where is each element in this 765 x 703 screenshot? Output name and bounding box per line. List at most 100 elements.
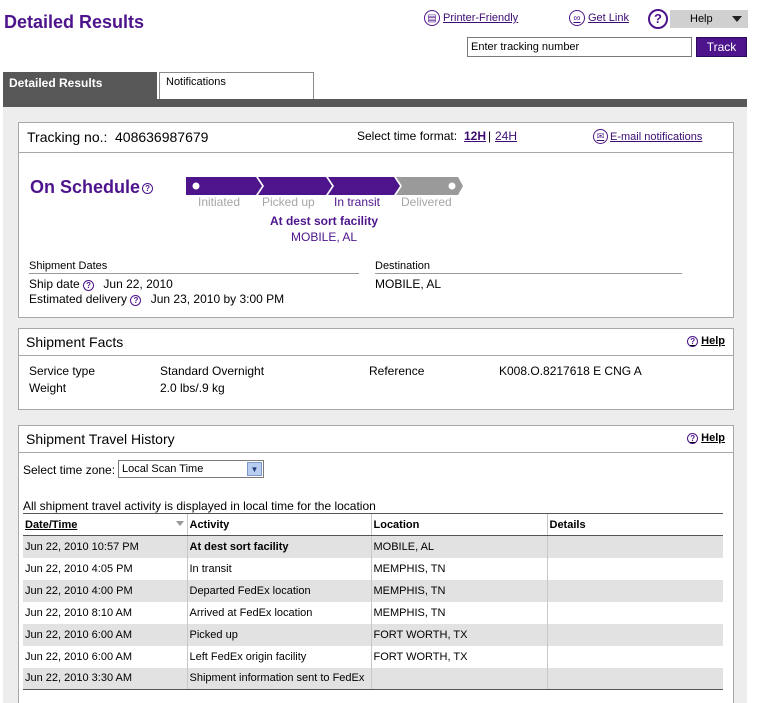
estimated-delivery-row: Estimated delivery ? Jun 23, 2010 by 3:0… xyxy=(29,292,284,306)
destination-divider xyxy=(375,273,682,274)
time-format-24h[interactable]: 24H xyxy=(495,129,517,143)
table-row: Jun 22, 2010 6:00 AM Left FedEx origin f… xyxy=(23,645,723,668)
table-row: Jun 22, 2010 6:00 AM Picked up FORT WORT… xyxy=(23,623,723,646)
progress-end-dot xyxy=(448,182,456,190)
local-time-note: All shipment travel activity is displaye… xyxy=(23,499,376,513)
help-question-icon[interactable]: ? xyxy=(648,9,668,29)
row-activity: Shipment information sent to FedEx xyxy=(186,667,371,690)
help-circle-icon: ? xyxy=(687,432,699,444)
printer-friendly-label: Printer-Friendly xyxy=(443,12,519,24)
printer-friendly-link[interactable]: ▤ Printer-Friendly xyxy=(424,10,518,26)
ship-date-row: Ship date ? Jun 22, 2010 xyxy=(29,277,173,291)
envelope-icon: ✉ xyxy=(593,129,608,144)
travel-history-title: Shipment Travel History xyxy=(26,431,175,447)
travel-history-help-link[interactable]: ? Help xyxy=(687,432,725,444)
row-location: MEMPHIS, TN xyxy=(370,579,547,602)
column-date-time-label: Date/Time xyxy=(25,518,78,531)
email-notifications-label: E-mail notifications xyxy=(610,130,703,143)
row-activity: Left FedEx origin facility xyxy=(186,645,371,668)
delivery-status-label: On Schedule xyxy=(30,177,141,197)
help-dropdown-label: Help xyxy=(690,13,713,25)
row-activity: At dest sort facility xyxy=(186,535,371,558)
get-link-label: Get Link xyxy=(588,12,629,24)
shipment-dates-divider xyxy=(29,273,359,274)
time-zone-select[interactable]: Local Scan Time ▼ xyxy=(118,460,264,478)
row-details xyxy=(546,667,723,690)
table-row: Jun 22, 2010 4:00 PM Departed FedEx loca… xyxy=(23,579,723,602)
row-activity: Picked up xyxy=(186,623,371,646)
service-type-value: Standard Overnight xyxy=(160,364,265,378)
email-notifications-link[interactable]: ✉ E-mail notifications xyxy=(593,129,702,144)
shipment-facts-title: Shipment Facts xyxy=(26,334,124,350)
get-link-link[interactable]: ∞ Get Link xyxy=(569,10,629,26)
tracking-summary-panel: Tracking no.: 408636987679 Select time f… xyxy=(18,122,734,318)
time-format-12h[interactable]: 12H xyxy=(464,129,486,143)
time-format-separator: | xyxy=(488,129,492,143)
reference-label: Reference xyxy=(369,364,425,378)
service-type-label: Service type xyxy=(29,364,96,378)
column-location: Location xyxy=(370,513,547,536)
row-activity: Arrived at FedEx location xyxy=(186,601,371,624)
table-row: Jun 22, 2010 3:30 AM Shipment informatio… xyxy=(23,667,723,690)
time-zone-label: Select time zone: xyxy=(23,463,116,477)
column-activity: Activity xyxy=(186,513,371,536)
current-event: At dest sort facility xyxy=(269,214,379,228)
page-title: Detailed Results xyxy=(4,12,145,32)
destination-value: MOBILE, AL xyxy=(375,277,442,291)
destination-label: Destination xyxy=(375,260,431,272)
status-help-icon[interactable]: ? xyxy=(142,182,154,194)
sort-arrow-icon xyxy=(175,521,184,526)
row-location xyxy=(370,667,547,690)
tracking-number-value: 408636987679 xyxy=(115,129,209,145)
stage-label-in-transit: In transit xyxy=(334,195,381,209)
time-zone-value: Local Scan Time xyxy=(122,463,204,475)
row-datetime: Jun 22, 2010 4:00 PM xyxy=(23,579,187,602)
row-details xyxy=(546,623,723,646)
row-datetime: Jun 22, 2010 3:30 AM xyxy=(23,667,187,690)
column-date-time[interactable]: Date/Time xyxy=(23,513,187,536)
tab-detailed-results[interactable]: Detailed Results xyxy=(3,72,157,100)
tab-notifications[interactable]: Notifications xyxy=(159,72,314,100)
estimated-delivery-label: Estimated delivery xyxy=(29,292,128,306)
row-location: MEMPHIS, TN xyxy=(370,557,547,580)
ship-date-help-icon[interactable]: ? xyxy=(83,280,95,291)
row-datetime: Jun 22, 2010 8:10 AM xyxy=(25,606,133,619)
shipment-dates-label: Shipment Dates xyxy=(29,260,108,272)
ship-date-value: Jun 22, 2010 xyxy=(103,277,173,291)
row-location: FORT WORTH, TX xyxy=(370,645,547,668)
row-location: MOBILE, AL xyxy=(370,535,547,558)
weight-label: Weight xyxy=(29,381,67,395)
chain-link-icon: ∞ xyxy=(569,10,585,26)
table-row: Jun 22, 2010 8:10 AM Arrived at FedEx lo… xyxy=(23,601,723,624)
table-row: Jun 22, 2010 4:05 PM In transit MEMPHIS,… xyxy=(23,557,723,580)
progress-bar xyxy=(186,177,463,195)
row-activity: Departed FedEx location xyxy=(186,579,371,602)
help-dropdown[interactable]: Help xyxy=(670,10,748,28)
delivery-status: On Schedule? xyxy=(30,177,154,198)
column-details: Details xyxy=(546,513,723,536)
row-details xyxy=(546,645,723,668)
track-button[interactable]: Track xyxy=(696,37,747,57)
ship-date-label: Ship date xyxy=(29,277,80,291)
row-details xyxy=(546,557,723,580)
row-datetime: Jun 22, 2010 6:00 AM xyxy=(23,623,187,646)
chevron-down-icon[interactable]: ▼ xyxy=(247,462,262,476)
row-details xyxy=(546,601,723,624)
shipment-facts-panel: Shipment Facts ? Help Service type Stand… xyxy=(18,328,734,410)
history-table: Date/Time Activity Location Details Jun … xyxy=(23,513,723,690)
shipment-facts-help-link[interactable]: ? Help xyxy=(687,335,725,347)
printer-icon: ▤ xyxy=(424,10,440,26)
tracking-number-input[interactable] xyxy=(467,37,692,57)
progress-segment-in-transit xyxy=(328,177,400,195)
travel-history-panel: Shipment Travel History ? Help Select ti… xyxy=(18,425,734,703)
row-location: FORT WORTH, TX xyxy=(370,623,547,646)
stage-label-delivered: Delivered xyxy=(401,195,452,209)
estimated-delivery-help-icon[interactable]: ? xyxy=(130,295,142,306)
history-table-header: Date/Time Activity Location Details xyxy=(23,513,723,536)
progress-start-dot xyxy=(192,182,200,190)
row-datetime: Jun 22, 2010 6:00 AM xyxy=(25,650,133,663)
stage-label-initiated: Initiated xyxy=(198,195,241,209)
current-location: MOBILE, AL xyxy=(290,230,358,244)
table-row: Jun 22, 2010 10:57 PM At dest sort facil… xyxy=(23,535,723,558)
time-format-label: Select time format: xyxy=(357,129,458,143)
